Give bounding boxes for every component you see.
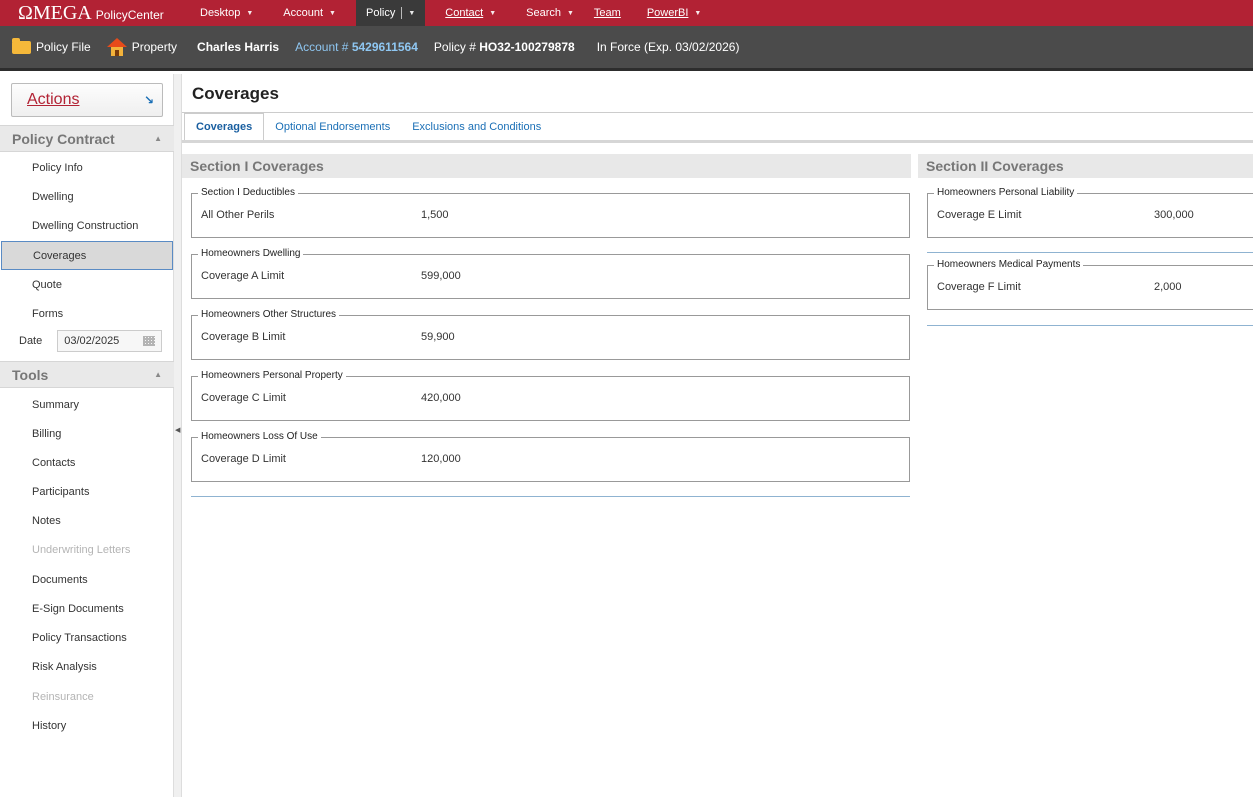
field-value: 1,500 xyxy=(421,209,449,221)
field-label: Coverage C Limit xyxy=(201,392,286,404)
sidebar-item-notes[interactable]: Notes xyxy=(0,506,174,535)
sidebar-item-policy-transactions[interactable]: Policy Transactions xyxy=(0,623,174,652)
fieldset-legend: Homeowners Dwelling xyxy=(198,248,304,259)
sidebar-item-contacts[interactable]: Contacts xyxy=(0,448,174,477)
date-field[interactable]: 03/02/2025 xyxy=(57,330,163,352)
collapse-up-icon[interactable]: ▲ xyxy=(154,370,162,379)
account-link[interactable]: Account # 5429611564 xyxy=(295,40,418,54)
page-title: Coverages xyxy=(192,84,279,103)
fieldset-homeowners-other-structures: Homeowners Other Structures Coverage B L… xyxy=(191,309,910,360)
folder-icon xyxy=(12,37,31,54)
date-label: Date xyxy=(19,335,43,347)
date-row: Date 03/02/2025 xyxy=(0,329,174,353)
fieldset-homeowners-personal-property: Homeowners Personal Property Coverage C … xyxy=(191,370,910,421)
policy-info-bar: Policy File Property Charles Harris Acco… xyxy=(0,26,1253,71)
actions-button[interactable]: Actions ↘ xyxy=(11,83,163,117)
field-value: 59,900 xyxy=(421,331,455,343)
top-navigation: ΩMEGA PolicyCenter Desktop ▼ Account ▼ Pol… xyxy=(0,0,1253,26)
tab-exclusions-and-conditions[interactable]: Exclusions and Conditions xyxy=(401,113,552,140)
sidebar: Actions ↘ Policy Contract ▲ Policy Info … xyxy=(0,74,174,797)
tab-optional-endorsements[interactable]: Optional Endorsements xyxy=(264,113,401,140)
collapse-up-icon[interactable]: ▲ xyxy=(154,134,162,143)
field-value: 599,000 xyxy=(421,270,461,282)
house-icon xyxy=(106,38,127,56)
field-value: 2,000 xyxy=(1154,281,1182,293)
chevron-down-icon[interactable]: ▼ xyxy=(246,10,253,17)
chevron-down-icon[interactable]: ▼ xyxy=(329,10,336,17)
calendar-icon[interactable] xyxy=(143,336,156,346)
nav-team[interactable]: Team xyxy=(584,0,631,26)
sidebar-item-coverages[interactable]: Coverages xyxy=(1,241,173,270)
fieldset-homeowners-personal-liability: Homeowners Personal Liability Coverage E… xyxy=(927,187,1253,238)
fieldset-legend: Homeowners Medical Payments xyxy=(934,259,1084,270)
sidebar-item-quote[interactable]: Quote xyxy=(0,270,174,299)
nav-search[interactable]: Search ▼ xyxy=(516,0,584,26)
nav-policy[interactable]: Policy ▼ xyxy=(355,0,426,26)
field-label: All Other Perils xyxy=(201,209,275,221)
fieldset-section-1-deductibles: Section I Deductibles All Other Perils 1… xyxy=(191,187,910,238)
chevron-down-icon[interactable]: ▼ xyxy=(567,10,574,17)
policy-number: Policy # HO32-100279878 xyxy=(433,40,575,54)
insured-name[interactable]: Charles Harris xyxy=(197,40,279,54)
property-link[interactable]: Property xyxy=(106,38,177,56)
fieldset-homeowners-medical-payments: Homeowners Medical Payments Coverage F L… xyxy=(927,259,1253,310)
logo-omega: ΩMEGA xyxy=(18,1,92,24)
fieldset-legend: Homeowners Personal Property xyxy=(198,370,346,381)
sidebar-collapse-handle[interactable]: ◀ xyxy=(174,74,182,797)
section-2-divider xyxy=(927,325,1253,326)
tab-coverages[interactable]: Coverages xyxy=(184,113,265,140)
nav-account[interactable]: Account ▼ xyxy=(273,0,346,26)
sidebar-item-dwelling-construction[interactable]: Dwelling Construction xyxy=(0,211,174,240)
main-content: Coverages Coverages Optional Endorsement… xyxy=(182,74,1253,797)
sidebar-item-e-sign-documents[interactable]: E-Sign Documents xyxy=(0,594,174,623)
policy-contract-heading[interactable]: Policy Contract ▲ xyxy=(0,125,174,152)
fieldset-homeowners-dwelling: Homeowners Dwelling Coverage A Limit 599… xyxy=(191,248,910,299)
arrow-down-right-icon: ↘ xyxy=(143,93,154,107)
field-value: 420,000 xyxy=(421,392,461,404)
sidebar-item-billing[interactable]: Billing xyxy=(0,419,174,448)
chevron-down-icon[interactable]: ▼ xyxy=(694,10,701,17)
sidebar-item-dwelling[interactable]: Dwelling xyxy=(0,182,174,211)
field-value: 300,000 xyxy=(1154,209,1194,221)
field-label: Coverage F Limit xyxy=(937,281,1021,293)
sidebar-item-forms[interactable]: Forms xyxy=(0,299,174,328)
policy-file-link[interactable]: Policy File xyxy=(12,37,91,54)
section-1-heading: Section I Coverages xyxy=(182,154,911,178)
fieldset-legend: Homeowners Personal Liability xyxy=(934,187,1078,198)
fieldset-legend: Homeowners Other Structures xyxy=(198,309,340,320)
fieldset-homeowners-loss-of-use: Homeowners Loss Of Use Coverage D Limit … xyxy=(191,431,910,482)
logo-product: PolicyCenter xyxy=(95,7,164,22)
sidebar-item-participants[interactable]: Participants xyxy=(0,477,174,506)
nav-contact[interactable]: Contact ▼ xyxy=(435,0,506,26)
field-label: Coverage E Limit xyxy=(937,209,1022,221)
sidebar-item-underwriting-letters: Underwriting Letters xyxy=(32,543,131,556)
policy-status: In Force (Exp. 03/02/2026) xyxy=(596,40,740,54)
field-label: Coverage A Limit xyxy=(201,270,285,282)
field-label: Coverage B Limit xyxy=(201,331,286,343)
chevron-down-icon[interactable]: ▼ xyxy=(489,10,496,17)
chevron-down-icon[interactable]: ▼ xyxy=(408,10,415,17)
sidebar-item-reinsurance: Reinsurance xyxy=(32,690,94,703)
chevron-left-icon[interactable]: ◀ xyxy=(175,426,180,434)
section-2-group-divider xyxy=(927,252,1253,253)
sidebar-item-policy-info[interactable]: Policy Info xyxy=(0,153,174,182)
field-value: 120,000 xyxy=(421,453,461,465)
sidebar-item-risk-analysis[interactable]: Risk Analysis xyxy=(0,652,174,681)
section-2-heading: Section II Coverages xyxy=(918,154,1253,178)
nav-powerbi[interactable]: PowerBI ▼ xyxy=(637,0,712,26)
app-logo[interactable]: ΩMEGA PolicyCenter xyxy=(0,2,190,25)
field-label: Coverage D Limit xyxy=(201,453,286,465)
nav-desktop[interactable]: Desktop ▼ xyxy=(190,0,263,26)
nav-separator xyxy=(401,7,403,19)
tools-heading[interactable]: Tools ▲ xyxy=(0,361,174,388)
fieldset-legend: Homeowners Loss Of Use xyxy=(198,431,321,442)
coverage-tabs: Coverages Optional Endorsements Exclusio… xyxy=(182,113,1253,143)
sidebar-item-documents[interactable]: Documents xyxy=(0,565,174,594)
sidebar-item-history[interactable]: History xyxy=(0,711,174,740)
sidebar-item-summary[interactable]: Summary xyxy=(0,390,174,419)
fieldset-legend: Section I Deductibles xyxy=(198,187,298,198)
section-1-divider xyxy=(191,496,910,497)
